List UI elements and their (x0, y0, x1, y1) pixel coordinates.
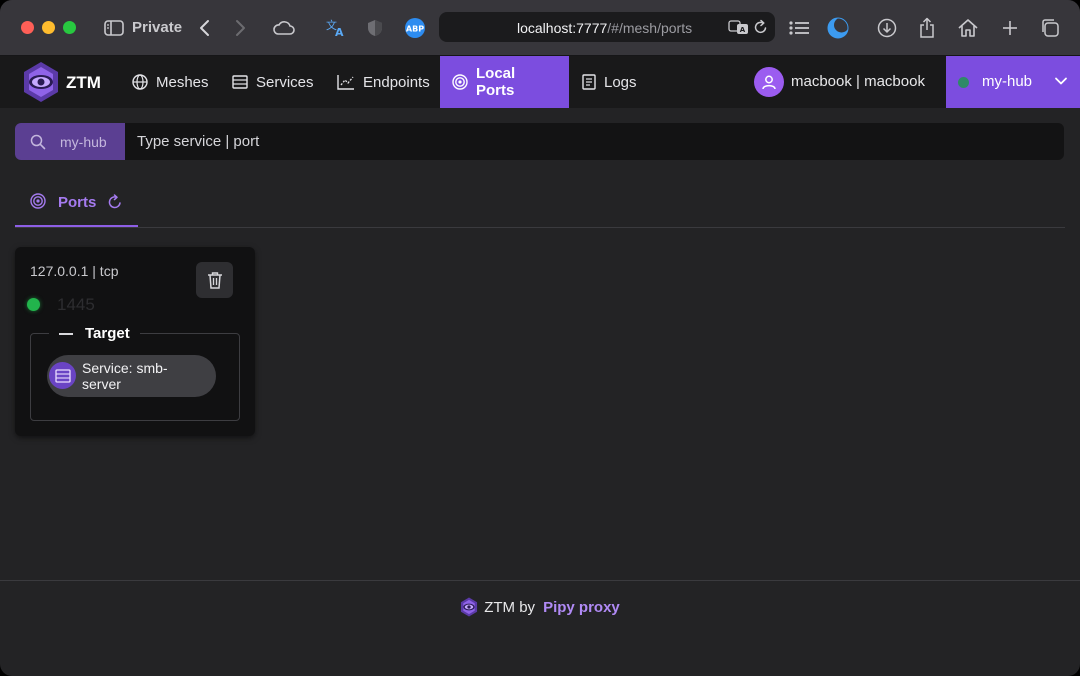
translate-page-icon[interactable]: A (727, 18, 751, 36)
svg-text:ABP: ABP (406, 25, 424, 34)
pipy-proxy-link[interactable]: Pipy proxy (543, 599, 620, 616)
nav-local-ports-label: Local Ports (476, 65, 516, 99)
nav-logs-label: Logs (604, 73, 637, 91)
footer-divider (0, 580, 1080, 581)
nav-meshes-label: Meshes (156, 73, 209, 91)
target-service-label: Service: smb-server (82, 360, 168, 392)
target-label: Target (85, 325, 130, 342)
reload-icon[interactable] (753, 18, 769, 36)
hub-name: my-hub (982, 73, 1033, 90)
nav-endpoints[interactable]: Endpoints (337, 56, 430, 108)
nav-meshes[interactable]: Meshes (132, 56, 209, 108)
svg-text:A: A (740, 26, 746, 34)
hub-status-dot (958, 77, 969, 88)
delete-port-button[interactable] (196, 262, 233, 298)
adblock-icon[interactable]: ABP (403, 14, 427, 42)
address-bar[interactable]: localhost:7777/#/mesh/ports A (439, 12, 775, 42)
url-text: localhost:7777/#/mesh/ports (517, 20, 693, 36)
globe-icon (132, 74, 148, 90)
new-tab-icon[interactable] (1000, 14, 1020, 42)
nav-services[interactable]: Services (232, 56, 314, 108)
search-scope[interactable]: my-hub (15, 123, 125, 160)
server-icon (232, 75, 248, 89)
footer-by-text: ZTM by (484, 598, 536, 616)
target-icon (30, 193, 46, 209)
server-icon (49, 362, 76, 389)
private-label: Private (132, 19, 183, 36)
nav-local-ports[interactable]: Local Ports (440, 56, 569, 108)
nav-logs[interactable]: Logs (582, 56, 637, 108)
back-icon[interactable] (195, 14, 213, 42)
target-icon (452, 74, 468, 90)
dash-icon (59, 332, 73, 335)
user-name[interactable]: macbook | macbook (791, 73, 925, 90)
search-icon (30, 134, 46, 150)
target-fieldset: Target Service: smb-server (30, 325, 240, 421)
home-icon[interactable] (956, 14, 980, 42)
shield-icon[interactable] (366, 14, 384, 42)
download-icon[interactable] (876, 14, 898, 42)
chevron-down-icon (1055, 77, 1067, 85)
ztm-logo-icon[interactable] (22, 61, 60, 103)
reading-list-icon[interactable] (787, 14, 811, 42)
theme-icon[interactable] (826, 14, 850, 42)
share-icon[interactable] (917, 14, 937, 42)
ztm-logo-icon (461, 597, 478, 617)
tab-ports[interactable]: Ports (15, 182, 138, 227)
port-status-dot (27, 298, 40, 311)
browser-window: Private 文A ABP localhost:7777/#/mesh/por… (0, 0, 1080, 676)
chart-icon (337, 75, 354, 90)
target-legend: Target (49, 325, 140, 342)
tab-ports-label: Ports (58, 194, 97, 211)
footer: ZTM by Pipy proxy (0, 594, 1080, 620)
user-icon (762, 75, 776, 90)
port-address-protocol: 127.0.0.1 | tcp (30, 263, 119, 279)
user-avatar[interactable] (754, 67, 784, 97)
tabs-overview-icon[interactable] (1039, 14, 1061, 42)
target-service-chip[interactable]: Service: smb-server (47, 355, 216, 397)
port-card[interactable]: 127.0.0.1 | tcp 1445 Target Service: smb… (15, 247, 255, 436)
minimize-window-button[interactable] (42, 21, 55, 34)
close-window-button[interactable] (21, 21, 34, 34)
sidebar-icon[interactable] (102, 14, 126, 42)
app-navbar: ZTM Meshes Services Endpoints Local Port… (0, 56, 1080, 108)
brand-name: ZTM (66, 73, 101, 92)
nav-endpoints-label: Endpoints (363, 73, 430, 91)
search-bar: my-hub (15, 123, 1064, 160)
cloud-icon[interactable] (271, 14, 297, 42)
document-icon (582, 74, 596, 90)
trash-icon (207, 272, 222, 289)
hub-selector[interactable]: my-hub (946, 56, 1080, 108)
nav-services-label: Services (256, 73, 314, 91)
browser-toolbar: Private 文A ABP localhost:7777/#/mesh/por… (0, 0, 1080, 56)
forward-icon[interactable] (232, 14, 250, 42)
tab-divider (15, 227, 1065, 228)
search-input[interactable] (125, 123, 1064, 160)
port-number: 1445 (57, 295, 95, 314)
search-scope-label: my-hub (60, 134, 107, 150)
zoom-window-button[interactable] (63, 21, 76, 34)
translate-icon[interactable]: 文A (324, 14, 348, 42)
refresh-icon[interactable] (107, 194, 123, 210)
svg-text:A: A (335, 26, 344, 38)
